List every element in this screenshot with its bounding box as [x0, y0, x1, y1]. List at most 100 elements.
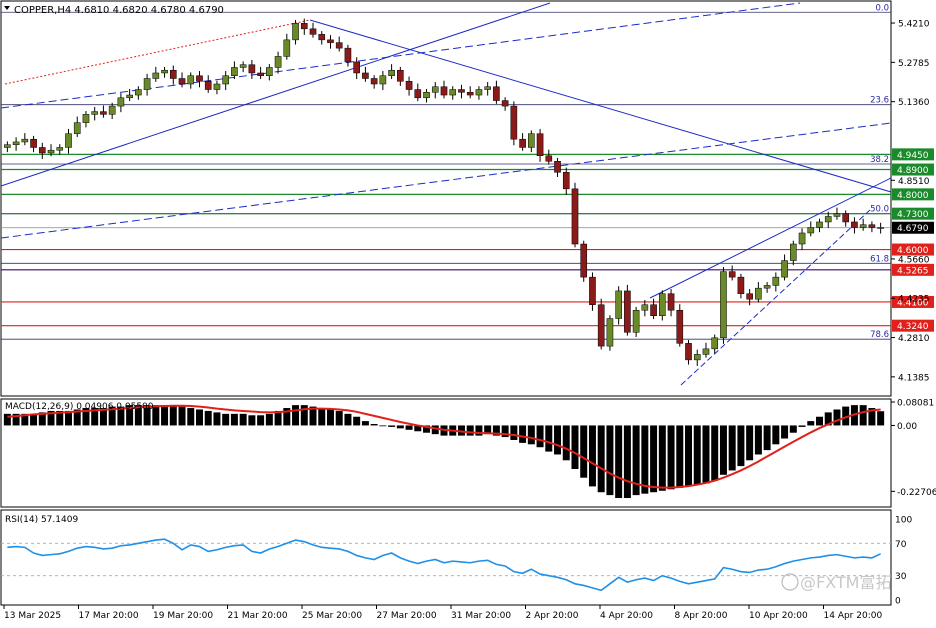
candle-body: [763, 285, 771, 289]
fib-level-label: 38.2: [870, 155, 889, 165]
candle-body: [335, 42, 343, 49]
candle-body: [204, 80, 212, 90]
macd-histogram-bar: [257, 415, 265, 426]
candle-body: [650, 304, 657, 317]
candle-body: [187, 75, 195, 85]
candle-body: [580, 243, 588, 278]
support-price-label: 4.3240: [897, 322, 929, 332]
macd-histogram-bar: [187, 408, 195, 426]
macd-histogram-bar: [737, 425, 745, 467]
macd-histogram-bar: [431, 425, 439, 435]
candle-body: [117, 97, 125, 107]
resistance-price-label: 4.7300: [897, 210, 929, 220]
candle-body: [641, 304, 649, 311]
macd-histogram-bar: [693, 425, 701, 485]
candle-body: [327, 39, 334, 43]
price-tick-label: 4.4235: [898, 295, 930, 305]
candle-body: [73, 122, 81, 134]
macd-histogram-bar: [676, 425, 684, 488]
candle-body: [798, 232, 806, 245]
candle-body: [414, 89, 422, 99]
macd-histogram-bar: [606, 425, 614, 496]
macd-histogram-bar: [204, 410, 212, 426]
candle-body: [161, 69, 168, 74]
macd-histogram-bar: [536, 425, 544, 448]
candle-body: [353, 61, 360, 74]
candle-body: [12, 141, 20, 145]
rsi-panel[interactable]: [0, 509, 892, 606]
macd-histogram-bar: [728, 425, 736, 471]
price-tick-label: 5.1360: [898, 98, 930, 108]
candle-body: [266, 67, 273, 76]
macd-histogram-bar: [265, 413, 273, 426]
macd-histogram-bar: [230, 413, 238, 426]
macd-title: MACD(12,26,9) 0.04906 0.05500: [5, 402, 154, 412]
candle-body: [213, 83, 221, 90]
price-tick-label: 4.1385: [898, 373, 930, 383]
candle-body: [833, 213, 841, 217]
macd-histogram-bar: [763, 425, 771, 451]
candle-body: [370, 78, 378, 85]
candle-body: [82, 114, 90, 123]
candle-body: [501, 100, 509, 107]
chart-canvas[interactable]: 0.023.638.250.061.878.64.94504.89004.800…: [0, 0, 936, 624]
trading-chart[interactable]: 0.0 23.6 38.2 50.0 61.8 78.6 4.9450 4.8900 4.800…: [0, 0, 936, 624]
price-tick-label: 4.5660: [898, 255, 930, 265]
candle-body: [859, 224, 867, 228]
macd-histogram-bar: [859, 405, 867, 426]
macd-histogram-bar: [388, 425, 396, 427]
macd-histogram-bar: [545, 425, 553, 452]
fib-level-label: 78.6: [870, 330, 889, 340]
macd-histogram-bar: [405, 425, 413, 430]
candle-body: [309, 28, 317, 35]
rsi-title: RSI(14) 57.1409: [5, 515, 78, 525]
resistance-price-label: 4.8900: [897, 166, 929, 176]
time-tick-label: 17 Mar 20:00: [79, 611, 139, 621]
candle-body: [676, 309, 684, 344]
candle-body: [624, 290, 631, 333]
candle-body: [702, 348, 710, 355]
time-tick-label: 19 Mar 20:00: [153, 611, 213, 621]
macd-histogram-bar: [213, 412, 221, 426]
time-tick-label: 2 Apr 20:00: [526, 611, 579, 621]
macd-histogram-bar: [702, 425, 710, 484]
candle-body: [659, 293, 666, 317]
candle-body: [91, 111, 98, 115]
watermark-text: @FXTM富拓: [800, 573, 891, 592]
candle-body: [807, 227, 815, 234]
time-tick-label: 21 Mar 20:00: [228, 611, 288, 621]
candle-body: [562, 172, 570, 190]
macd-histogram-bar: [588, 425, 596, 487]
candle-body: [597, 304, 605, 347]
fib-level-label: 23.6: [870, 96, 889, 106]
time-tick-label: 27 Mar 20:00: [377, 611, 437, 621]
candle-body: [4, 144, 11, 148]
macd-histogram-bar: [396, 425, 404, 429]
candle-body: [65, 133, 72, 148]
candle-body: [292, 23, 299, 41]
macd-histogram-bar: [781, 425, 789, 439]
macd-histogram-bar: [361, 421, 369, 426]
candle-body: [318, 34, 326, 41]
candle-body: [510, 105, 518, 140]
macd-histogram-bar: [344, 413, 352, 426]
macd-histogram-bar: [527, 425, 535, 445]
candle-body: [466, 92, 474, 96]
macd-histogram-bar: [169, 405, 177, 426]
macd-histogram-bar: [554, 425, 562, 455]
macd-histogram-bar: [658, 425, 666, 491]
rsi-tick-label: 70: [895, 540, 907, 550]
macd-histogram-bar: [510, 425, 518, 440]
candle-body: [300, 23, 308, 30]
candle-body: [851, 221, 858, 228]
price-tick-label: 4.2810: [898, 334, 930, 344]
candle-body: [693, 354, 701, 361]
candle-body: [475, 89, 483, 96]
candle-body: [100, 111, 107, 115]
candle-body: [493, 86, 500, 101]
macd-tick-label: 0.08081: [897, 398, 934, 408]
candle-body: [196, 75, 203, 82]
candle-body: [781, 260, 788, 278]
candle-body: [755, 287, 762, 300]
candle-body: [257, 72, 264, 76]
